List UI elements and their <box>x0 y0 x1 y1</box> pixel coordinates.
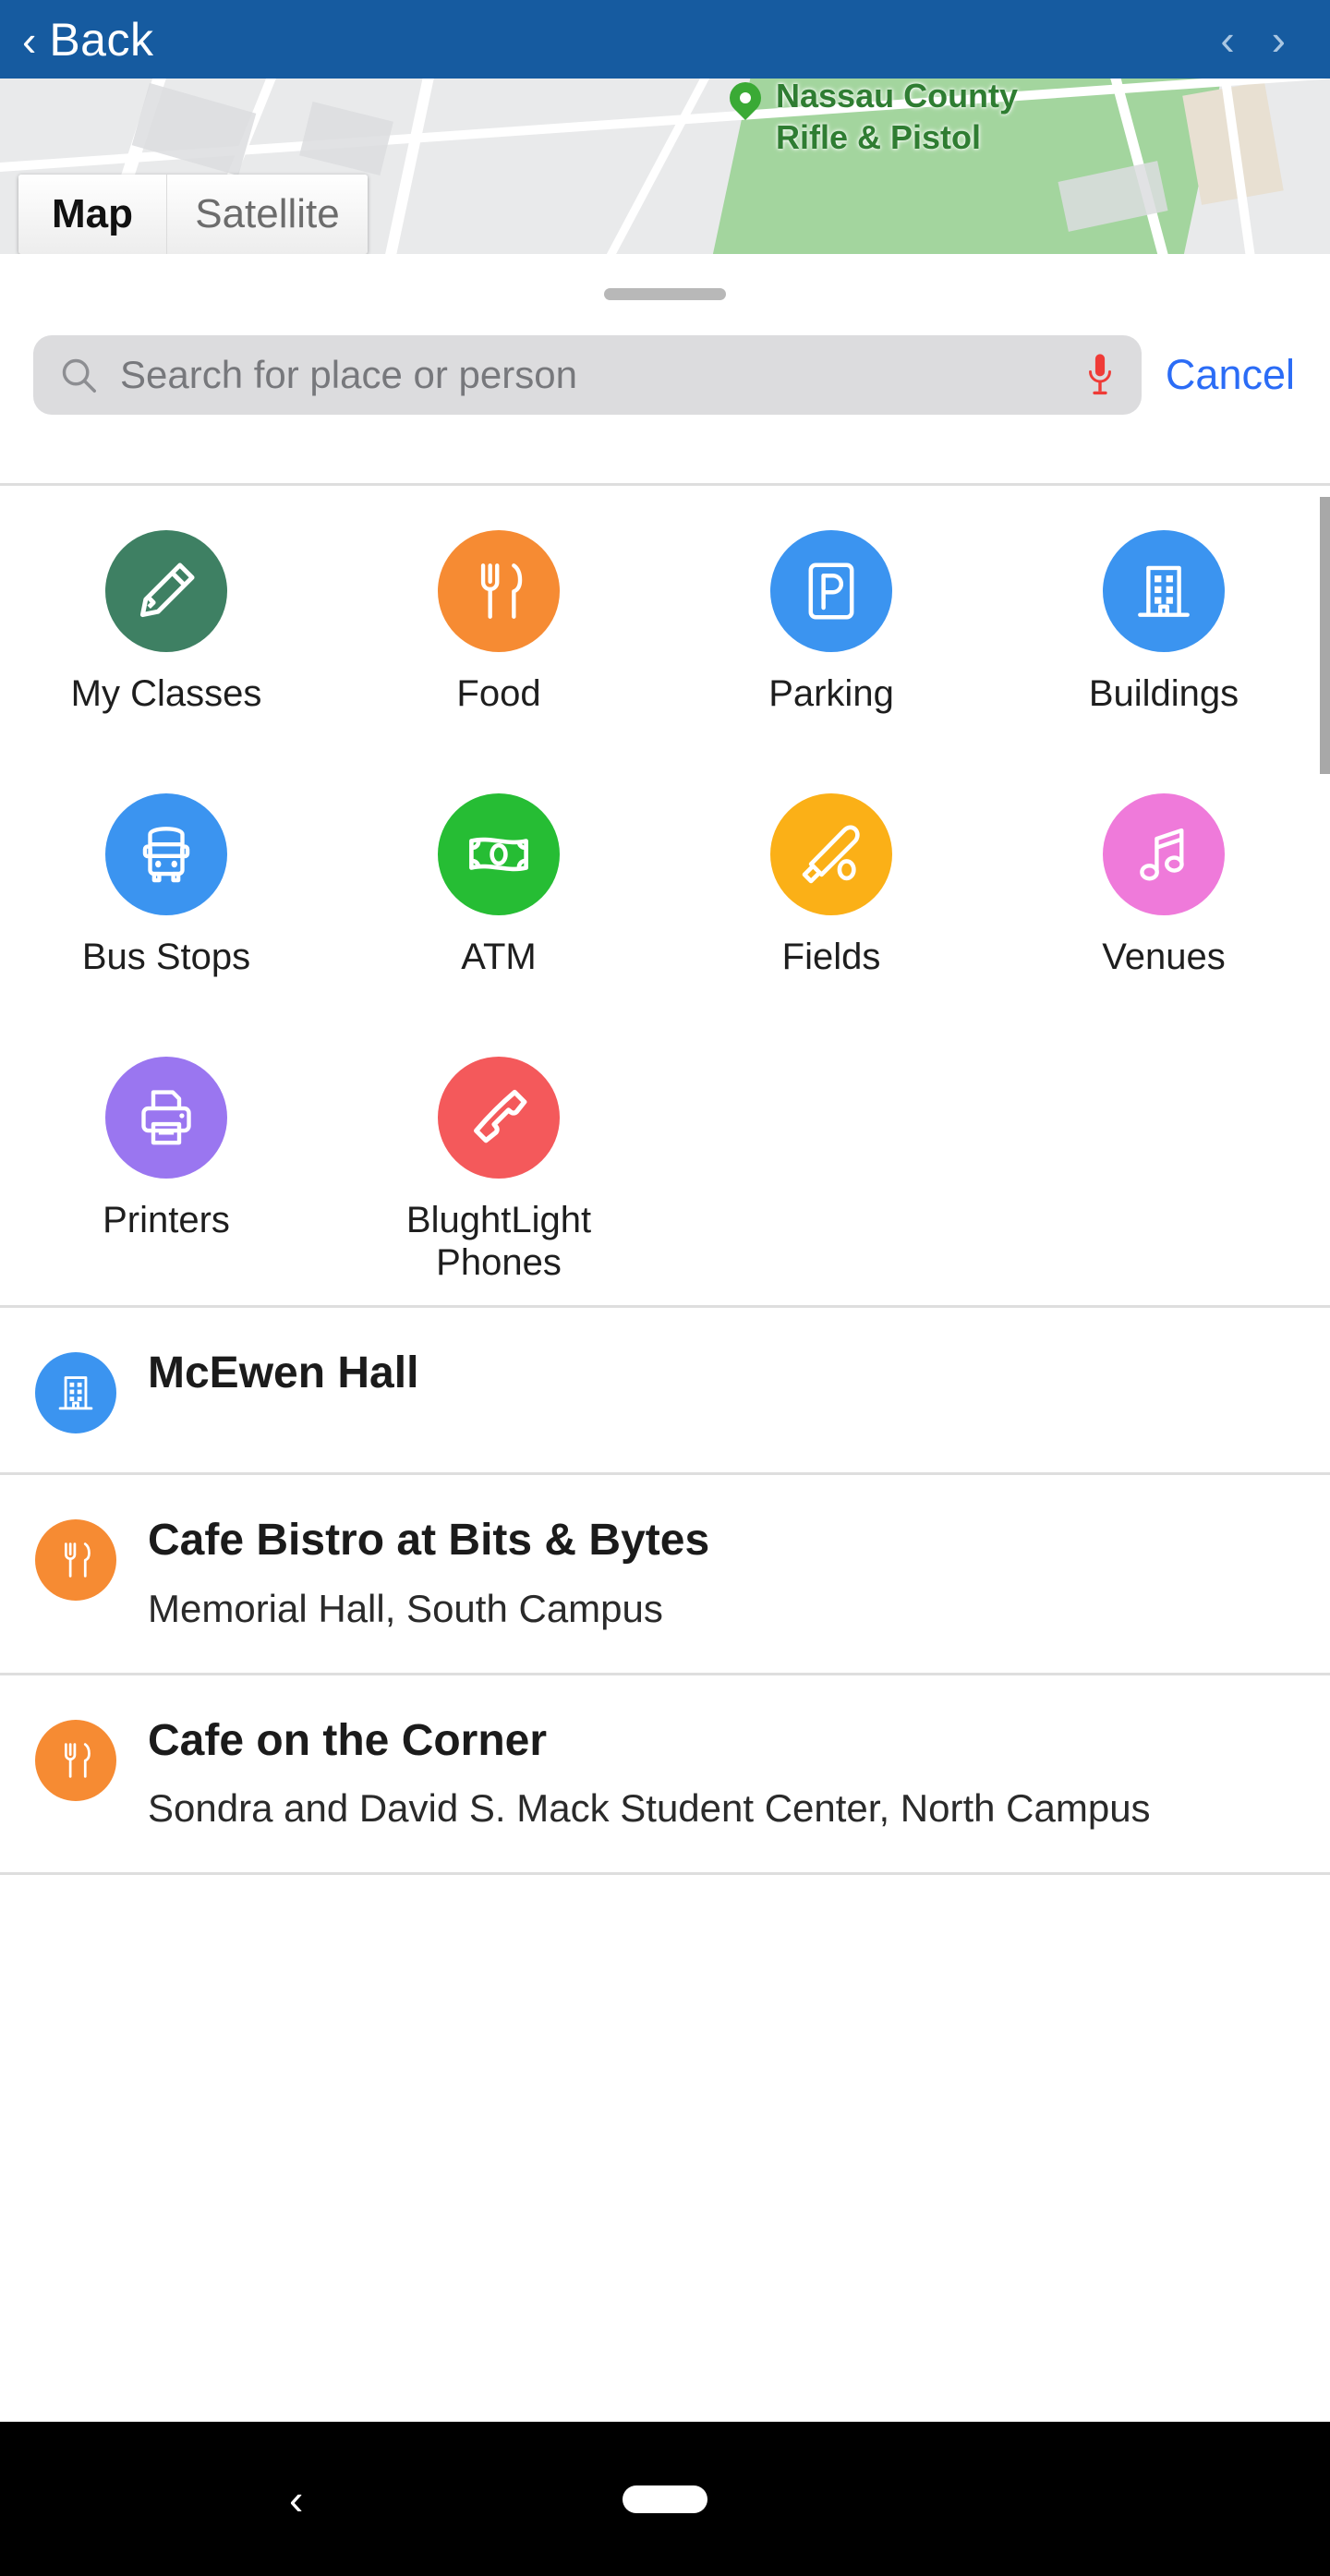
app-bar: ‹ Back ‹ › <box>0 0 1330 79</box>
bus-icon <box>105 792 227 915</box>
android-navigation-bar: ‹ <box>0 2422 1330 2576</box>
search-icon <box>57 354 100 396</box>
sheet-scrollbar-thumb[interactable] <box>1320 497 1330 774</box>
android-home-pill[interactable] <box>623 2485 707 2513</box>
grid-row-gap <box>998 725 1330 784</box>
map-type-map-button[interactable]: Map <box>18 175 166 254</box>
building-icon <box>35 1352 116 1434</box>
category-bus-stops[interactable]: Bus Stops <box>0 792 332 979</box>
category-label: ATM <box>461 936 537 977</box>
category-venues[interactable]: Venues <box>998 792 1330 979</box>
search-bar: Search for place or person Cancel <box>0 300 1330 415</box>
back-button[interactable]: ‹ Back <box>0 13 154 67</box>
list-item-subtitle: Sondra and David S. Mack Student Center,… <box>148 1786 1151 1831</box>
search-results-list: McEwen Hall Cafe Bistro at Bits & Bytes … <box>0 1305 1330 1876</box>
map-place-label: Nassau County Rifle & Pistol <box>776 79 1173 158</box>
baseball-bat-icon <box>770 792 892 915</box>
list-item[interactable]: McEwen Hall <box>0 1308 1330 1476</box>
phone-screen: ‹ Back ‹ › Nassau County Rifle & Pistol … <box>0 0 1330 2576</box>
history-nav-arrows: ‹ › <box>1220 18 1330 61</box>
category-label: Parking <box>768 673 894 714</box>
category-blughtlight-phones[interactable]: BlughtLight Phones <box>332 1056 665 1286</box>
category-printers[interactable]: Printers <box>0 1056 332 1286</box>
list-item-title: Cafe Bistro at Bits & Bytes <box>148 1516 710 1566</box>
category-label: My Classes <box>70 673 262 714</box>
parking-icon <box>770 530 892 652</box>
category-atm[interactable]: ATM <box>332 792 665 979</box>
search-field[interactable]: Search for place or person <box>33 335 1142 415</box>
phone-icon <box>438 1056 560 1179</box>
map-type-toggle: Map Satellite <box>18 175 368 254</box>
search-input[interactable]: Search for place or person <box>120 353 1064 397</box>
list-item[interactable]: Cafe Bistro at Bits & Bytes Memorial Hal… <box>0 1475 1330 1675</box>
cutlery-icon <box>35 1519 116 1602</box>
cutlery-icon <box>35 1719 116 1801</box>
list-item-text: Cafe Bistro at Bits & Bytes Memorial Hal… <box>148 1514 709 1634</box>
category-fields[interactable]: Fields <box>665 792 998 979</box>
category-label: Fields <box>781 936 881 977</box>
map-block <box>131 82 257 176</box>
building-icon <box>1103 530 1225 652</box>
category-label: Food <box>456 673 541 714</box>
map-place-label-line2: Rifle & Pistol <box>776 118 982 156</box>
map-canvas[interactable]: Nassau County Rifle & Pistol Map Satelli… <box>0 79 1330 254</box>
map-place-label-line1: Nassau County <box>776 79 1019 115</box>
grid-row-gap <box>0 988 332 1047</box>
category-label: BlughtLight Phones <box>405 1199 592 1284</box>
back-button-label: Back <box>49 13 154 66</box>
microphone-icon[interactable] <box>1084 351 1116 399</box>
grid-row-gap <box>332 725 665 784</box>
list-item-title: McEwen Hall <box>148 1348 419 1398</box>
map-block <box>299 102 393 175</box>
list-item-title: Cafe on the Corner <box>148 1715 548 1765</box>
bottom-sheet: Search for place or person Cancel My Cla… <box>0 254 1330 2422</box>
music-note-icon <box>1103 792 1225 915</box>
grid-row-gap <box>998 988 1330 1047</box>
cancel-search-button[interactable]: Cancel <box>1158 351 1313 399</box>
pencil-icon <box>105 530 227 652</box>
list-item-text: McEwen Hall <box>148 1347 418 1398</box>
category-my-classes[interactable]: My Classes <box>0 530 332 716</box>
cutlery-icon <box>438 530 560 652</box>
nav-forward-icon[interactable]: › <box>1272 18 1286 61</box>
grid-row-gap <box>665 725 998 784</box>
category-scroll-area: My Classes Food Parking Buildings Bus St… <box>0 486 1330 1305</box>
banknote-icon <box>438 792 560 915</box>
category-label: Buildings <box>1088 673 1239 714</box>
list-item[interactable]: Cafe on the Corner Sondra and David S. M… <box>0 1675 1330 1876</box>
map-type-satellite-button[interactable]: Satellite <box>166 175 368 254</box>
nav-back-icon[interactable]: ‹ <box>1220 18 1234 61</box>
android-back-icon[interactable]: ‹ <box>289 2474 303 2524</box>
category-label: Printers <box>103 1199 230 1240</box>
category-buildings[interactable]: Buildings <box>998 530 1330 716</box>
category-grid: My Classes Food Parking Buildings Bus St… <box>0 486 1330 1305</box>
category-label: Bus Stops <box>81 936 251 977</box>
printer-icon <box>105 1056 227 1179</box>
list-item-text: Cafe on the Corner Sondra and David S. M… <box>148 1714 1151 1834</box>
grid-row-gap <box>332 988 665 1047</box>
back-chevron-icon: ‹ <box>22 16 37 65</box>
category-label: Venues <box>1102 936 1226 977</box>
category-food[interactable]: Food <box>332 530 665 716</box>
list-item-subtitle: Memorial Hall, South Campus <box>148 1586 663 1630</box>
category-parking[interactable]: Parking <box>665 530 998 716</box>
sheet-scrollbar-track[interactable] <box>1320 486 1330 1305</box>
grid-row-gap <box>665 988 998 1047</box>
sheet-drag-handle[interactable] <box>604 288 726 300</box>
grid-row-gap <box>0 725 332 784</box>
map-road <box>560 79 742 254</box>
